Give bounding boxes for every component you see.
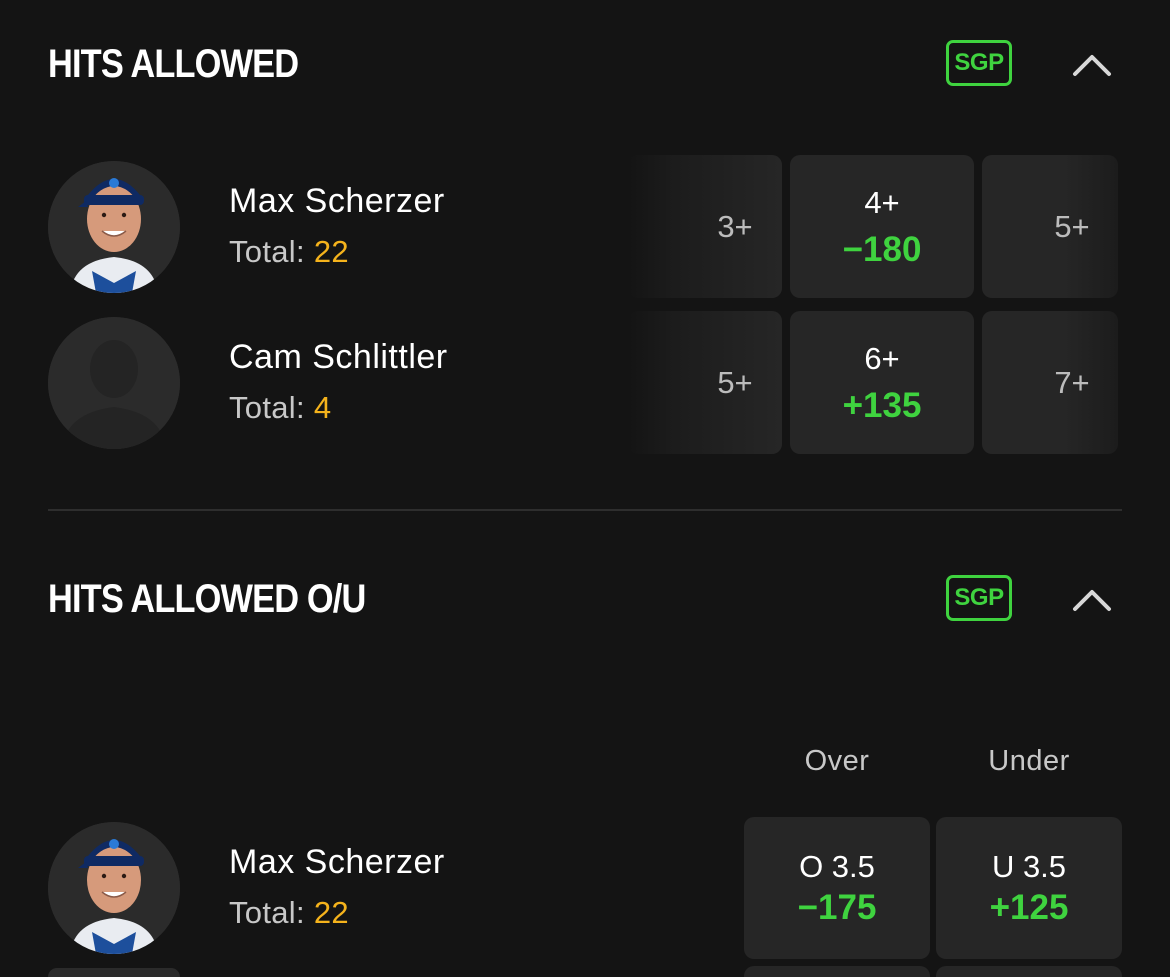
- option-odds: +135: [842, 385, 922, 425]
- odds-option-5-plus[interactable]: 5+: [982, 155, 1118, 298]
- over-odds-button[interactable]: [744, 966, 930, 977]
- column-header-under: Under: [988, 745, 1070, 777]
- total-label: Total:: [229, 895, 305, 930]
- option-line: 4+: [864, 184, 900, 220]
- person-silhouette-icon: [48, 968, 180, 977]
- option-line: O 3.5: [799, 849, 875, 884]
- odds-option-6-plus[interactable]: 6+ +135: [790, 311, 974, 454]
- section-title: HITS ALLOWED O/U: [48, 577, 366, 621]
- total-label: Total:: [229, 234, 305, 269]
- option-odds: +125: [989, 888, 1069, 927]
- sgp-badge[interactable]: SGP: [946, 40, 1012, 86]
- player-total: Total: 4: [229, 392, 331, 423]
- under-odds-button[interactable]: U 3.5 +125: [936, 817, 1122, 959]
- player-photo: [48, 822, 180, 954]
- player-total: Total: 22: [229, 897, 349, 928]
- option-line: 3+: [717, 209, 753, 244]
- total-label: Total:: [229, 390, 305, 425]
- player-name: Max Scherzer: [229, 843, 445, 881]
- odds-option-5-plus[interactable]: 5+: [628, 311, 782, 454]
- player-name: Max Scherzer: [229, 182, 445, 220]
- chevron-up-icon[interactable]: [1072, 587, 1112, 613]
- player-total: Total: 22: [229, 236, 349, 267]
- odds-option-4-plus[interactable]: 4+ −180: [790, 155, 974, 298]
- option-odds: −180: [842, 229, 922, 269]
- chevron-up-icon[interactable]: [1072, 52, 1112, 78]
- over-odds-button[interactable]: O 3.5 −175: [744, 817, 930, 959]
- option-line: 6+: [864, 340, 900, 376]
- total-value: 22: [313, 895, 349, 930]
- total-value: 22: [313, 234, 349, 269]
- section-divider: [48, 509, 1122, 511]
- odds-option-7-plus[interactable]: 7+: [982, 311, 1118, 454]
- option-line: 5+: [717, 365, 753, 400]
- person-silhouette-icon: [48, 317, 180, 449]
- option-odds: −175: [797, 888, 877, 927]
- player-name: Cam Schlittler: [229, 338, 448, 376]
- sgp-badge[interactable]: SGP: [946, 575, 1012, 621]
- total-value: 4: [313, 390, 332, 425]
- option-line: 7+: [1054, 365, 1090, 400]
- under-odds-button[interactable]: [936, 966, 1122, 977]
- option-line: U 3.5: [991, 849, 1067, 884]
- option-line: 5+: [1054, 209, 1090, 244]
- section-title: HITS ALLOWED: [48, 42, 299, 86]
- column-header-over: Over: [804, 745, 870, 777]
- odds-option-3-plus[interactable]: 3+: [628, 155, 782, 298]
- player-photo: [48, 161, 180, 293]
